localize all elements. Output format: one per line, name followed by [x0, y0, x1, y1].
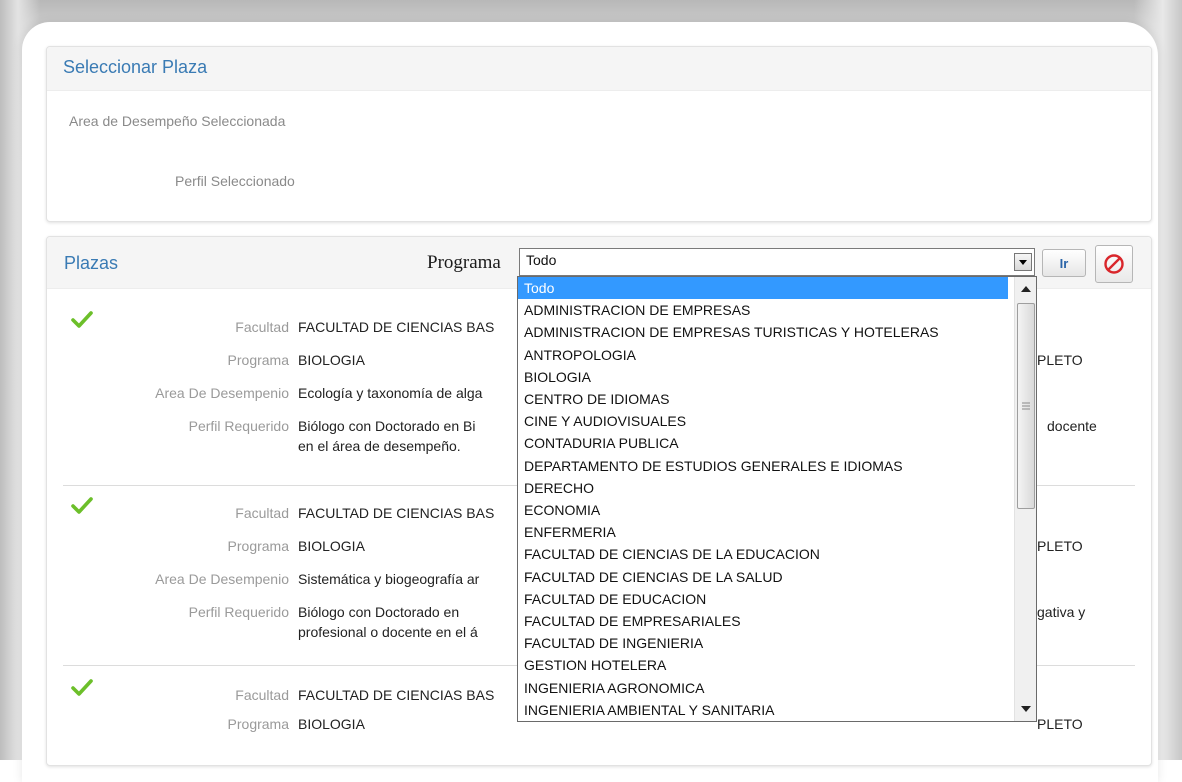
facultad-value: FACULTAD DE CIENCIAS BAS: [298, 319, 495, 335]
programa-filter-label: Programa: [427, 252, 501, 273]
grip-icon: [1022, 402, 1030, 410]
programa-value: BIOLOGIA: [298, 716, 365, 732]
check-icon: [71, 497, 93, 514]
scrollbar-thumb[interactable]: [1017, 303, 1035, 509]
perfil-value-line2: en el área de desempeño.: [298, 438, 461, 454]
cancel-icon: [1104, 254, 1124, 274]
seleccionar-plaza-title: Seleccionar Plaza: [63, 57, 208, 77]
programa-option[interactable]: GESTION HOTELERA: [518, 654, 1008, 676]
programa-option[interactable]: Todo: [518, 277, 1008, 299]
programa-label: Programa: [227, 716, 289, 732]
programa-option[interactable]: ECONOMIA: [518, 499, 1008, 521]
chevron-down-icon[interactable]: [1014, 253, 1032, 271]
programa-option[interactable]: FACULTAD DE EDUCACION: [518, 588, 1008, 610]
area-seleccionada-label: Area de Desempeño Seleccionada: [69, 113, 286, 129]
dropdown-scrollbar[interactable]: [1014, 277, 1036, 721]
seleccionar-plaza-header: Seleccionar Plaza: [47, 47, 1151, 91]
facultad-label: Facultad: [235, 319, 289, 335]
programa-select[interactable]: Todo: [519, 248, 1035, 276]
programa-option[interactable]: INGENIERIA AGRONOMICA: [518, 677, 1008, 699]
programa-dropdown-list[interactable]: Todo ADMINISTRACION DE EMPRESAS ADMINISTRA…: [517, 276, 1037, 722]
programa-option[interactable]: ANTROPOLOGIA: [518, 344, 1008, 366]
programa-option[interactable]: ADMINISTRACION DE EMPRESAS TURISTICAS Y …: [518, 321, 1008, 343]
facultad-label: Facultad: [235, 505, 289, 521]
programa-label: Programa: [227, 538, 289, 554]
programa-select-value: Todo: [526, 252, 557, 268]
dedicacion-value: PLETO: [1037, 716, 1083, 732]
programa-option[interactable]: CINE Y AUDIOVISUALES: [518, 410, 1008, 432]
programa-option[interactable]: CENTRO DE IDIOMAS: [518, 388, 1008, 410]
clear-filter-button[interactable]: [1095, 245, 1133, 283]
facultad-value: FACULTAD DE CIENCIAS BAS: [298, 505, 495, 521]
facultad-value: FACULTAD DE CIENCIAS BAS: [298, 687, 495, 703]
plazas-title: Plazas: [64, 253, 119, 273]
check-icon: [71, 679, 93, 696]
programa-option[interactable]: ENFERMERIA: [518, 521, 1008, 543]
programa-value: BIOLOGIA: [298, 538, 365, 554]
perfil-seleccionado-label: Perfil Seleccionado: [175, 173, 295, 189]
programa-option[interactable]: BIOLOGIA: [518, 366, 1008, 388]
perfil-label: Perfil Requerido: [188, 604, 289, 620]
programa-option[interactable]: ADMINISTRACION DE EMPRESAS: [518, 299, 1008, 321]
programa-option[interactable]: DERECHO: [518, 477, 1008, 499]
programa-option[interactable]: FACULTAD DE INGENIERIA: [518, 632, 1008, 654]
scroll-up-button[interactable]: [1018, 281, 1034, 297]
area-label: Area De Desempenio: [155, 571, 289, 587]
perfil-value-right: gativa y: [1037, 604, 1086, 620]
chevron-up-icon: [1021, 286, 1031, 292]
area-value: Ecología y taxonomía de alga: [298, 385, 483, 401]
area-label: Area De Desempenio: [155, 385, 289, 401]
perfil-value-line1: Biólogo con Doctorado en Bi: [298, 418, 476, 434]
programa-option[interactable]: INGENIERIA AMBIENTAL Y SANITARIA: [518, 699, 1008, 721]
programa-value: BIOLOGIA: [298, 352, 365, 368]
chevron-down-icon: [1021, 706, 1031, 712]
perfil-label: Perfil Requerido: [188, 418, 289, 434]
programa-option[interactable]: FACULTAD DE CIENCIAS DE LA SALUD: [518, 566, 1008, 588]
facultad-label: Facultad: [235, 687, 289, 703]
ir-button[interactable]: Ir: [1042, 249, 1086, 277]
programa-option[interactable]: FACULTAD DE EMPRESARIALES: [518, 610, 1008, 632]
programa-option[interactable]: CONTADURIA PUBLICA: [518, 432, 1008, 454]
perfil-value-line2: profesional o docente en el á: [298, 624, 478, 640]
perfil-value-right: docente: [1047, 418, 1097, 434]
programa-option[interactable]: FACULTAD DE CIENCIAS DE LA EDUCACION: [518, 543, 1008, 565]
dedicacion-value: PLETO: [1037, 538, 1083, 554]
programa-option[interactable]: DEPARTAMENTO DE ESTUDIOS GENERALES E IDI…: [518, 455, 1008, 477]
perfil-value-line1: Biólogo con Doctorado en: [298, 604, 460, 620]
dedicacion-value: PLETO: [1037, 352, 1083, 368]
scroll-down-button[interactable]: [1018, 701, 1034, 717]
programa-label: Programa: [227, 352, 289, 368]
check-icon: [71, 311, 93, 328]
seleccionar-plaza-panel: Seleccionar Plaza Area de Desempeño Sele…: [46, 46, 1152, 222]
area-value: Sistemática y biogeografía ar: [298, 571, 480, 587]
